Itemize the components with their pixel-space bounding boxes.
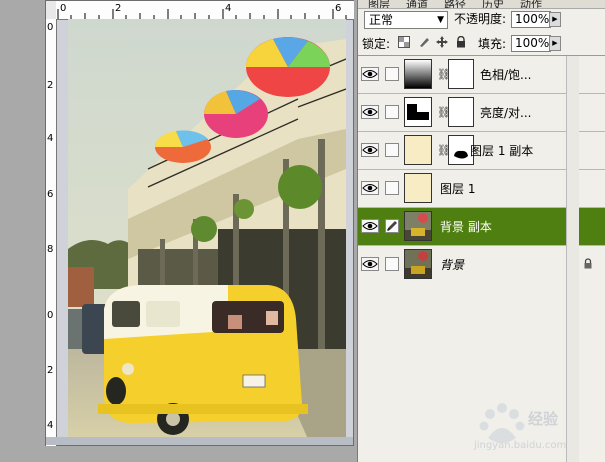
opacity-label: 不透明度: (454, 12, 507, 26)
ruler-label: 0 (47, 22, 54, 33)
image-canvas[interactable] (68, 19, 346, 439)
visibility-eye-icon[interactable] (361, 181, 379, 195)
layer-locked-icon (584, 258, 592, 269)
horizontal-ruler[interactable]: 0 2 4 6 (56, 1, 354, 20)
layer-thumbnail (404, 249, 432, 279)
layer-name[interactable]: 图层 1 副本 (470, 142, 533, 159)
adjustment-thumbnail (404, 97, 432, 127)
layer-link-toggle[interactable] (385, 105, 399, 119)
brush-active-icon[interactable] (385, 219, 399, 233)
layer-link-toggle[interactable] (385, 143, 399, 157)
ruler-label: 6 (47, 189, 54, 200)
visibility-eye-icon[interactable] (361, 219, 379, 233)
blend-mode-dropdown[interactable]: 正常 ▼ (364, 11, 448, 29)
watermark-text: 经验 (528, 410, 559, 428)
dropdown-arrow-icon: ▼ (437, 15, 444, 25)
fill-input[interactable]: 100% (511, 35, 551, 52)
visibility-eye-icon[interactable] (361, 143, 379, 157)
layer-link-toggle[interactable] (385, 181, 399, 195)
vertical-ruler[interactable]: 0 2 4 6 8 0 2 4 (46, 19, 57, 446)
ruler-label: 0 (60, 3, 67, 14)
ruler-label: 8 (47, 244, 54, 255)
ruler-label: 4 (225, 3, 232, 14)
ruler-label: 4 (47, 420, 54, 431)
layer-thumbnail (404, 173, 432, 203)
ruler-label: 2 (115, 3, 122, 14)
ruler-label: 6 (335, 3, 342, 14)
ruler-label: 4 (47, 133, 54, 144)
blend-mode-value: 正常 (369, 13, 394, 27)
ruler-label: 0 (47, 310, 54, 321)
fill-slider-toggle[interactable]: ▶ (549, 36, 561, 51)
blend-options-row: 正常 ▼ 不透明度: 100% ▶ (358, 8, 605, 32)
layer-link-toggle[interactable] (385, 257, 399, 271)
lock-position-icon[interactable] (436, 36, 448, 48)
layer-mask-thumbnail[interactable] (448, 59, 474, 89)
layer-name[interactable]: 背景 (440, 256, 464, 273)
layer-name[interactable]: 背景 副本 (440, 218, 492, 235)
layer-name[interactable]: 亮度/对... (480, 104, 532, 121)
street-scene-photo (68, 19, 346, 439)
layer-thumbnail (404, 135, 432, 165)
ruler-label: 2 (47, 365, 54, 376)
layer-link-toggle[interactable] (385, 67, 399, 81)
visibility-eye-icon[interactable] (361, 105, 379, 119)
document-window: 0 2 4 6 0 2 4 6 8 0 2 4 (45, 0, 354, 446)
layer-name[interactable]: 图层 1 (440, 180, 475, 197)
adjustment-thumbnail (404, 59, 432, 89)
layer-thumbnail (404, 211, 432, 241)
opacity-slider-toggle[interactable]: ▶ (549, 12, 561, 27)
lock-fill-row: 锁定: 填充: 100% ▶ (358, 33, 605, 56)
lock-all-icon[interactable] (455, 36, 467, 48)
visibility-eye-icon[interactable] (361, 257, 379, 271)
ruler-ticks (57, 9, 347, 19)
layer-mask-thumbnail[interactable] (448, 97, 474, 127)
opacity-input[interactable]: 100% (511, 11, 551, 28)
lock-image-pixels-icon[interactable] (418, 36, 430, 48)
lock-label: 锁定: (362, 37, 391, 51)
ruler-label: 2 (47, 80, 54, 91)
lock-transparency-icon[interactable] (398, 36, 410, 48)
layer-name[interactable]: 色相/饱... (480, 66, 532, 83)
watermark-url: jingyan.baidu.com (474, 440, 567, 451)
document-status-bar (46, 437, 353, 445)
visibility-eye-icon[interactable] (361, 67, 379, 81)
fill-label: 填充: (478, 37, 507, 51)
